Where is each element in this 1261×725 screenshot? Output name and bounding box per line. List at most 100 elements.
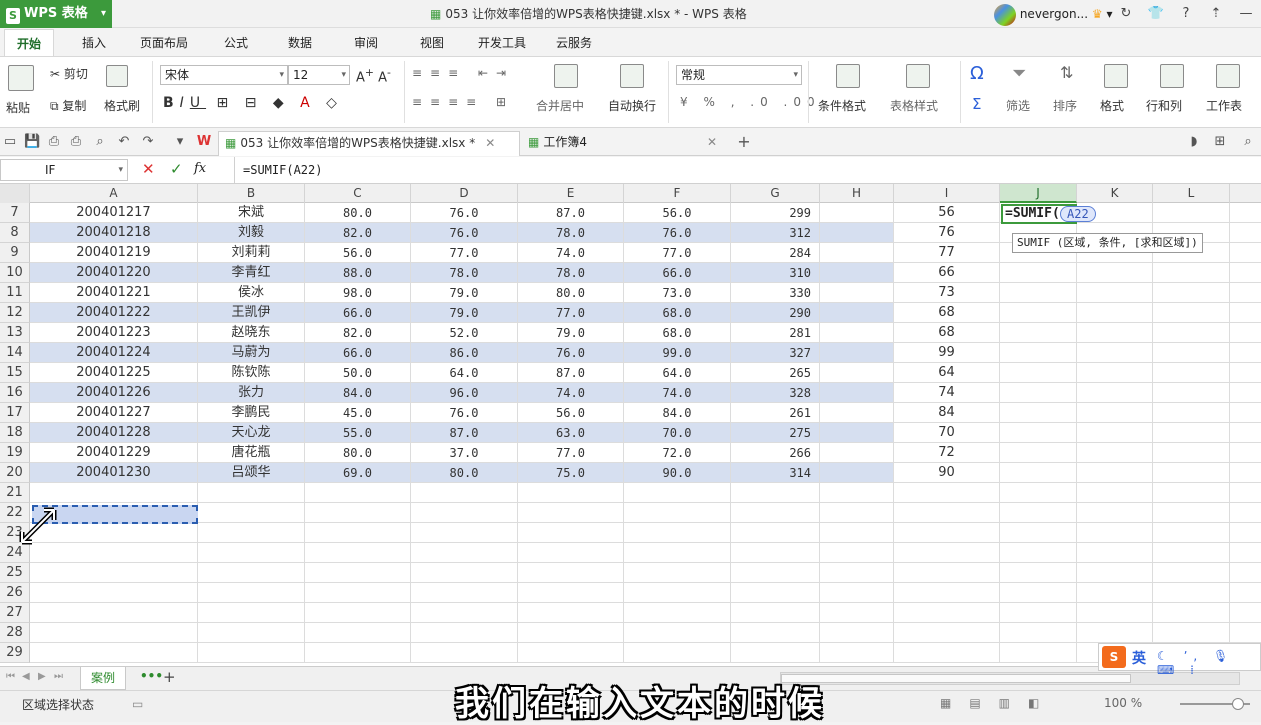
sheet-tab-active[interactable]: 案例 <box>80 667 126 690</box>
cell[interactable]: 79.0 <box>518 323 624 343</box>
cell[interactable]: 98.0 <box>305 283 411 303</box>
cell[interactable] <box>1153 363 1230 383</box>
cell[interactable] <box>1000 583 1077 603</box>
cell[interactable] <box>1153 423 1230 443</box>
cell[interactable]: 72 <box>894 443 1000 463</box>
cell[interactable] <box>411 543 518 563</box>
cell[interactable] <box>820 263 894 283</box>
cell[interactable] <box>820 243 894 263</box>
tab-cloud[interactable]: 云服务 <box>544 29 604 57</box>
tab-list-icon[interactable]: ⊞ <box>1212 134 1228 150</box>
add-sheet-button[interactable]: + <box>163 668 176 686</box>
cell[interactable] <box>1000 563 1077 583</box>
cell[interactable]: 吕颂华 <box>198 463 305 483</box>
row-header[interactable]: 24 <box>0 543 30 563</box>
cell[interactable] <box>731 523 820 543</box>
save-icon[interactable]: 💾 <box>24 134 40 150</box>
cell[interactable] <box>731 503 820 523</box>
cell[interactable]: 64 <box>894 363 1000 383</box>
symbol-button[interactable]: Ω <box>970 63 984 84</box>
font-name-select[interactable]: 宋体 ▾ <box>160 65 288 85</box>
chevron-down-icon[interactable]: ▾ <box>172 134 188 150</box>
cell[interactable]: 299 <box>731 203 820 223</box>
cell[interactable]: 50.0 <box>305 363 411 383</box>
user-account[interactable]: nevergon... ♛ ▾ <box>994 2 1112 26</box>
col-header-f[interactable]: F <box>624 184 731 203</box>
cell[interactable]: 200401219 <box>30 243 198 263</box>
cell[interactable]: 84.0 <box>624 403 731 423</box>
cell[interactable] <box>1000 283 1077 303</box>
cell[interactable] <box>820 323 894 343</box>
scrollbar-thumb[interactable] <box>781 674 1131 683</box>
cell[interactable]: 唐花瓶 <box>198 443 305 463</box>
cell[interactable]: 200401224 <box>30 343 198 363</box>
cell[interactable]: 75.0 <box>518 463 624 483</box>
row-header[interactable]: 17 <box>0 403 30 423</box>
number-format-buttons[interactable]: ¥ % ‚ .0 .00 <box>680 95 821 109</box>
cell[interactable]: 马蔚为 <box>198 343 305 363</box>
tab-option-icon[interactable]: ◗ <box>1186 134 1202 150</box>
row-header[interactable]: 25 <box>0 563 30 583</box>
cell[interactable] <box>1000 403 1077 423</box>
cell[interactable]: 327 <box>731 343 820 363</box>
cell[interactable] <box>1000 303 1077 323</box>
cell[interactable] <box>305 563 411 583</box>
export-icon[interactable]: ⎙ <box>46 134 62 150</box>
cell[interactable] <box>1000 463 1077 483</box>
font-grow-shrink[interactable]: A+ A- <box>356 66 391 85</box>
sync-icon[interactable]: ↻ <box>1111 0 1141 28</box>
cell[interactable] <box>411 523 518 543</box>
number-format-select[interactable]: 常规 ▾ <box>676 65 802 85</box>
cell[interactable] <box>820 443 894 463</box>
cell[interactable]: 200401220 <box>30 263 198 283</box>
cell[interactable] <box>820 283 894 303</box>
cell[interactable] <box>1077 443 1153 463</box>
cell[interactable] <box>518 643 624 663</box>
cell[interactable]: 84 <box>894 403 1000 423</box>
row-header[interactable]: 9 <box>0 243 30 263</box>
row-header[interactable]: 8 <box>0 223 30 243</box>
merge-center-button[interactable] <box>554 64 578 91</box>
cell[interactable] <box>198 543 305 563</box>
cell[interactable] <box>1153 623 1230 643</box>
align-horizontal-buttons[interactable]: ≡≡≡≡ ⊞ <box>412 95 514 109</box>
cell[interactable] <box>1230 243 1261 263</box>
cell[interactable]: 310 <box>731 263 820 283</box>
print-preview-icon[interactable]: ⌕ <box>92 134 108 150</box>
new-tab-icon[interactable]: + <box>736 134 752 150</box>
cell[interactable] <box>518 543 624 563</box>
font-size-select[interactable]: 12 ▾ <box>288 65 350 85</box>
cell[interactable]: 74.0 <box>624 383 731 403</box>
format-painter-button[interactable] <box>106 65 128 90</box>
cell[interactable] <box>1230 323 1261 343</box>
tab-view[interactable]: 视图 <box>408 29 456 57</box>
cell[interactable]: 90.0 <box>624 463 731 483</box>
sum-button[interactable]: Σ <box>972 95 981 113</box>
cell[interactable] <box>1153 443 1230 463</box>
cell[interactable]: 天心龙 <box>198 423 305 443</box>
cell[interactable]: 266 <box>731 443 820 463</box>
row-header[interactable]: 7 <box>0 203 30 223</box>
cell[interactable] <box>1077 283 1153 303</box>
tab-home[interactable]: 开始 <box>4 29 55 57</box>
cell[interactable] <box>1230 563 1261 583</box>
ime-toolbar[interactable]: S 英 ☾ ʼ, 🎙 ⌨ ⁞ <box>1098 643 1261 677</box>
cell[interactable] <box>518 483 624 503</box>
cut-button[interactable]: ✂ 剪切 <box>50 65 88 82</box>
cell[interactable]: 66.0 <box>624 263 731 283</box>
cell[interactable]: 73.0 <box>624 283 731 303</box>
cell[interactable]: 刘莉莉 <box>198 243 305 263</box>
cell[interactable]: 200401222 <box>30 303 198 323</box>
cell[interactable]: 200401218 <box>30 223 198 243</box>
cell[interactable] <box>1230 403 1261 423</box>
cell[interactable] <box>1077 483 1153 503</box>
cell[interactable] <box>1153 303 1230 323</box>
cell[interactable]: 275 <box>731 423 820 443</box>
cell[interactable] <box>1000 523 1077 543</box>
tab-data[interactable]: 数据 <box>276 29 324 57</box>
cell[interactable] <box>731 563 820 583</box>
cell[interactable] <box>1000 443 1077 463</box>
cell[interactable] <box>820 463 894 483</box>
cell[interactable] <box>1000 543 1077 563</box>
cell[interactable] <box>820 563 894 583</box>
